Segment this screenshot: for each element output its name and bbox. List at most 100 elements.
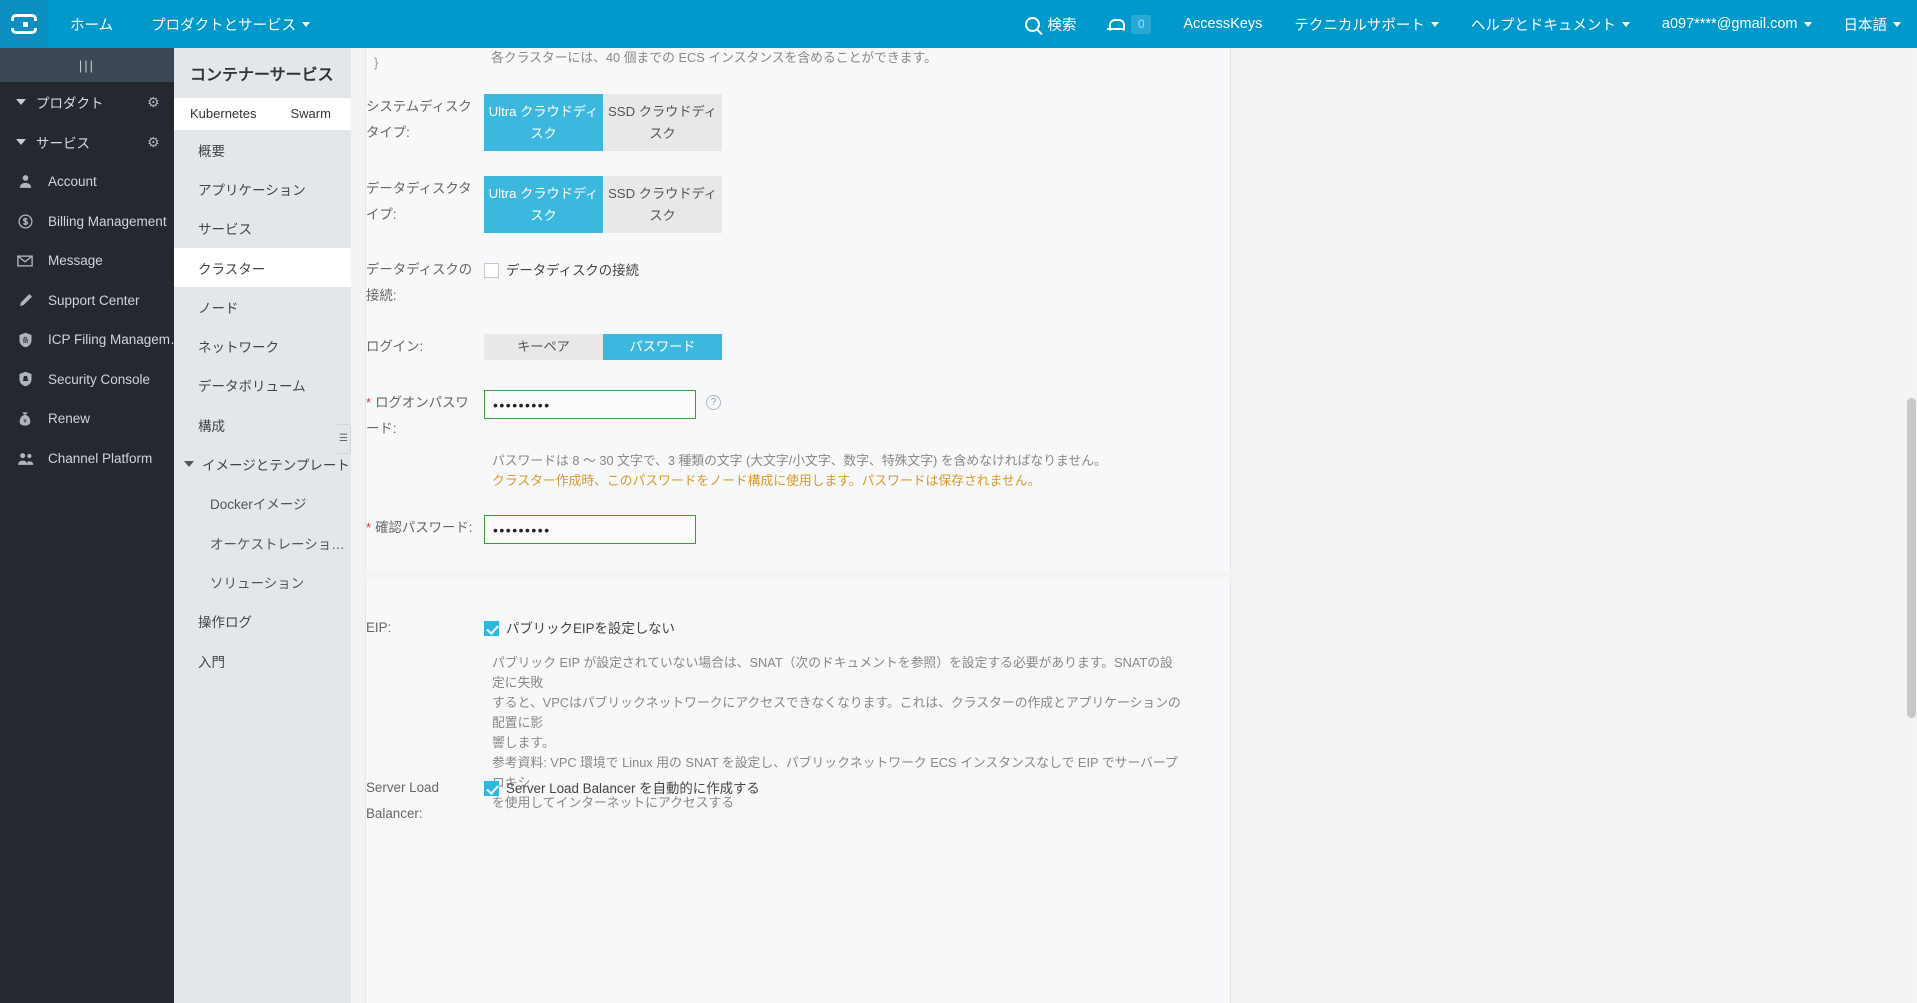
login-option-keypair[interactable]: キーペア (484, 334, 603, 360)
scroll-up-arrow-icon[interactable] (1906, 48, 1917, 59)
subnav-item-services[interactable]: サービス (174, 209, 351, 248)
sidebar-item-support-center[interactable]: Support Center (0, 281, 174, 321)
password-warning-text: クラスター作成時、このパスワードをノード構成に使用します。パスワードは保存されま… (492, 473, 1041, 488)
subnav-item-getting-started[interactable]: 入門 (174, 641, 351, 680)
subnav-item-orchestration-label: オーケストレーショ… (210, 536, 345, 552)
nav-home[interactable]: ホーム (48, 0, 135, 48)
money-bag-icon: ¥ (14, 408, 36, 430)
sidebar-item-message-label: Message (48, 253, 103, 269)
tech-support-menu[interactable]: テクニカルサポート (1278, 0, 1455, 48)
language-label: 日本語 (1843, 17, 1888, 34)
help-docs-label: ヘルプとドキュメント (1470, 17, 1616, 34)
subnav-tabs: Kubernetes Swarm (174, 98, 351, 130)
chevron-down-icon (1893, 21, 1901, 27)
scrollbar-thumb[interactable] (1907, 398, 1916, 718)
slb-row: Server Load Balancer: Server Load Balanc… (366, 775, 760, 827)
sidebar-item-billing-management[interactable]: Billing Management (0, 202, 174, 242)
sidebar-item-icp-label: ICP Filing Managem… (48, 332, 174, 348)
search-button[interactable]: 検索 (1009, 0, 1092, 48)
sidebar-item-channel-platform[interactable]: Channel Platform (0, 439, 174, 479)
login-row: ログイン: キーペア パスワード (366, 334, 722, 360)
subnav-collapse-toggle[interactable]: ☰ (337, 424, 351, 454)
chevron-down-icon (1430, 21, 1439, 27)
chevron-down-icon (1621, 21, 1630, 27)
gear-icon[interactable]: ⚙ (147, 95, 161, 109)
envelope-icon (14, 250, 36, 272)
attach-data-disk-checkbox-label: データディスクの接続 (506, 263, 639, 278)
sidebar-group-services[interactable]: サービス ⚙ (0, 122, 174, 162)
sidebar-toggle-handle[interactable]: ||| (0, 48, 174, 82)
sidebar-item-message[interactable]: Message (0, 241, 174, 281)
subnav-item-images-and-templates[interactable]: イメージとテンプレート (174, 444, 351, 483)
sidebar-group-services-label: サービス (36, 136, 90, 151)
chevron-down-icon (1803, 21, 1812, 27)
subnav-item-orchestration[interactable]: オーケストレーショ… (174, 523, 351, 562)
sidebar-toggle-label: ||| (78, 57, 96, 73)
subnav-item-nodes-label: ノード (198, 300, 239, 316)
alibaba-cloud-logo[interactable] (0, 0, 48, 48)
nav-products-and-services[interactable]: プロダクトとサービス (135, 0, 326, 48)
subnav-item-clusters[interactable]: クラスター (174, 247, 351, 288)
data-disk-option-ssd[interactable]: SSD クラウドディスク (603, 176, 722, 233)
confirm-password-label: * 確認パスワード: (366, 515, 484, 541)
login-option-password[interactable]: パスワード (603, 334, 722, 360)
sidebar-item-security-console[interactable]: Security Console (0, 360, 174, 400)
eip-checkbox[interactable] (484, 621, 499, 636)
chevron-down-icon (302, 21, 311, 27)
account-menu[interactable]: a097****@gmail.com (1646, 0, 1828, 48)
system-disk-option-ultra[interactable]: Ultra クラウドディスク (484, 94, 603, 151)
sidebar-item-icp-filing-management[interactable]: 备 ICP Filing Managem… (0, 320, 174, 360)
nav-home-label: ホーム (70, 17, 114, 34)
cluster-note-text: 各クラスターには、40 個までの ECS インスタンスを含めることができます。 (491, 50, 937, 65)
eip-desc-line-3: 響します。 (492, 735, 555, 750)
help-docs-menu[interactable]: ヘルプとドキュメント (1455, 0, 1646, 48)
subnav-item-network[interactable]: ネットワーク (174, 326, 351, 365)
tab-swarm[interactable]: Swarm (269, 98, 343, 130)
bell-icon (1107, 17, 1126, 32)
notifications-button[interactable]: 0 (1092, 0, 1167, 48)
system-disk-option-ssd[interactable]: SSD クラウドディスク (603, 94, 722, 151)
gear-icon[interactable]: ⚙ (147, 135, 161, 149)
sidebar-item-billing-label: Billing Management (48, 213, 167, 229)
data-disk-option-ultra[interactable]: Ultra クラウドディスク (484, 176, 603, 233)
confirm-password-input[interactable] (484, 515, 696, 544)
password-hints: パスワードは 8 ～ 30 文字で、3 種類の文字 (大文字/小文字、数字、特殊… (366, 451, 1107, 491)
eip-desc-line-1: パブリック EIP が設定されていない場合は、SNAT（次のドキュメントを参照）… (492, 655, 1173, 690)
subnav-item-docker-images[interactable]: Dockerイメージ (174, 484, 351, 523)
subnav-item-operation-logs[interactable]: 操作ログ (174, 602, 351, 641)
top-navigation-bar: ホーム プロダクトとサービス 検索 0 AccessKeys テクニカルサポート… (0, 0, 1917, 48)
sidebar-item-renew[interactable]: ¥ Renew (0, 399, 174, 439)
logon-password-row: *ログオンパスワード: ? (366, 390, 721, 442)
svg-text:备: 备 (22, 335, 29, 344)
logon-password-input[interactable] (484, 390, 696, 419)
subnav-item-configurations[interactable]: 構成 (174, 405, 351, 444)
search-icon (1025, 16, 1041, 32)
data-disk-type-label: データディスクタイプ: (366, 181, 472, 222)
subnav-item-nodes[interactable]: ノード (174, 287, 351, 326)
login-label: ログイン: (366, 339, 424, 354)
sidebar-item-account[interactable]: Account (0, 162, 174, 202)
subnav-item-overview[interactable]: 概要 (174, 130, 351, 169)
confirm-password-label-text: 確認パスワード: (375, 520, 473, 535)
attach-data-disk-row: データディスクの接続: データディスクの接続 (366, 257, 639, 309)
dollar-circle-icon (14, 210, 36, 232)
sidebar-group-products[interactable]: プロダクト ⚙ (0, 82, 174, 122)
required-asterisk-icon: * (366, 520, 372, 535)
slb-checkbox[interactable] (484, 781, 499, 796)
subnav-item-applications[interactable]: アプリケーション (174, 169, 351, 208)
language-menu[interactable]: 日本語 (1828, 0, 1917, 48)
subnav-item-data-volumes[interactable]: データボリューム (174, 366, 351, 405)
attach-data-disk-checkbox[interactable] (484, 263, 499, 278)
page-scrollbar[interactable] (1906, 48, 1917, 1003)
access-keys-link[interactable]: AccessKeys (1167, 0, 1278, 48)
tab-kubernetes[interactable]: Kubernetes (174, 98, 269, 130)
help-icon[interactable]: ? (706, 395, 721, 410)
subnav-item-solutions[interactable]: ソリューション (174, 562, 351, 601)
subnav-item-getting-started-label: 入門 (198, 654, 225, 670)
subnav-item-overview-label: 概要 (198, 143, 225, 159)
scroll-down-arrow-icon[interactable] (1906, 992, 1917, 1003)
shield-badge-icon: 备 (14, 329, 36, 351)
subnav-item-data-volumes-label: データボリューム (198, 379, 306, 395)
subnav-item-configurations-label: 構成 (198, 418, 225, 434)
cluster-note-row: 各クラスターには、40 個までの ECS インスタンスを含めることができます。 (366, 48, 937, 68)
